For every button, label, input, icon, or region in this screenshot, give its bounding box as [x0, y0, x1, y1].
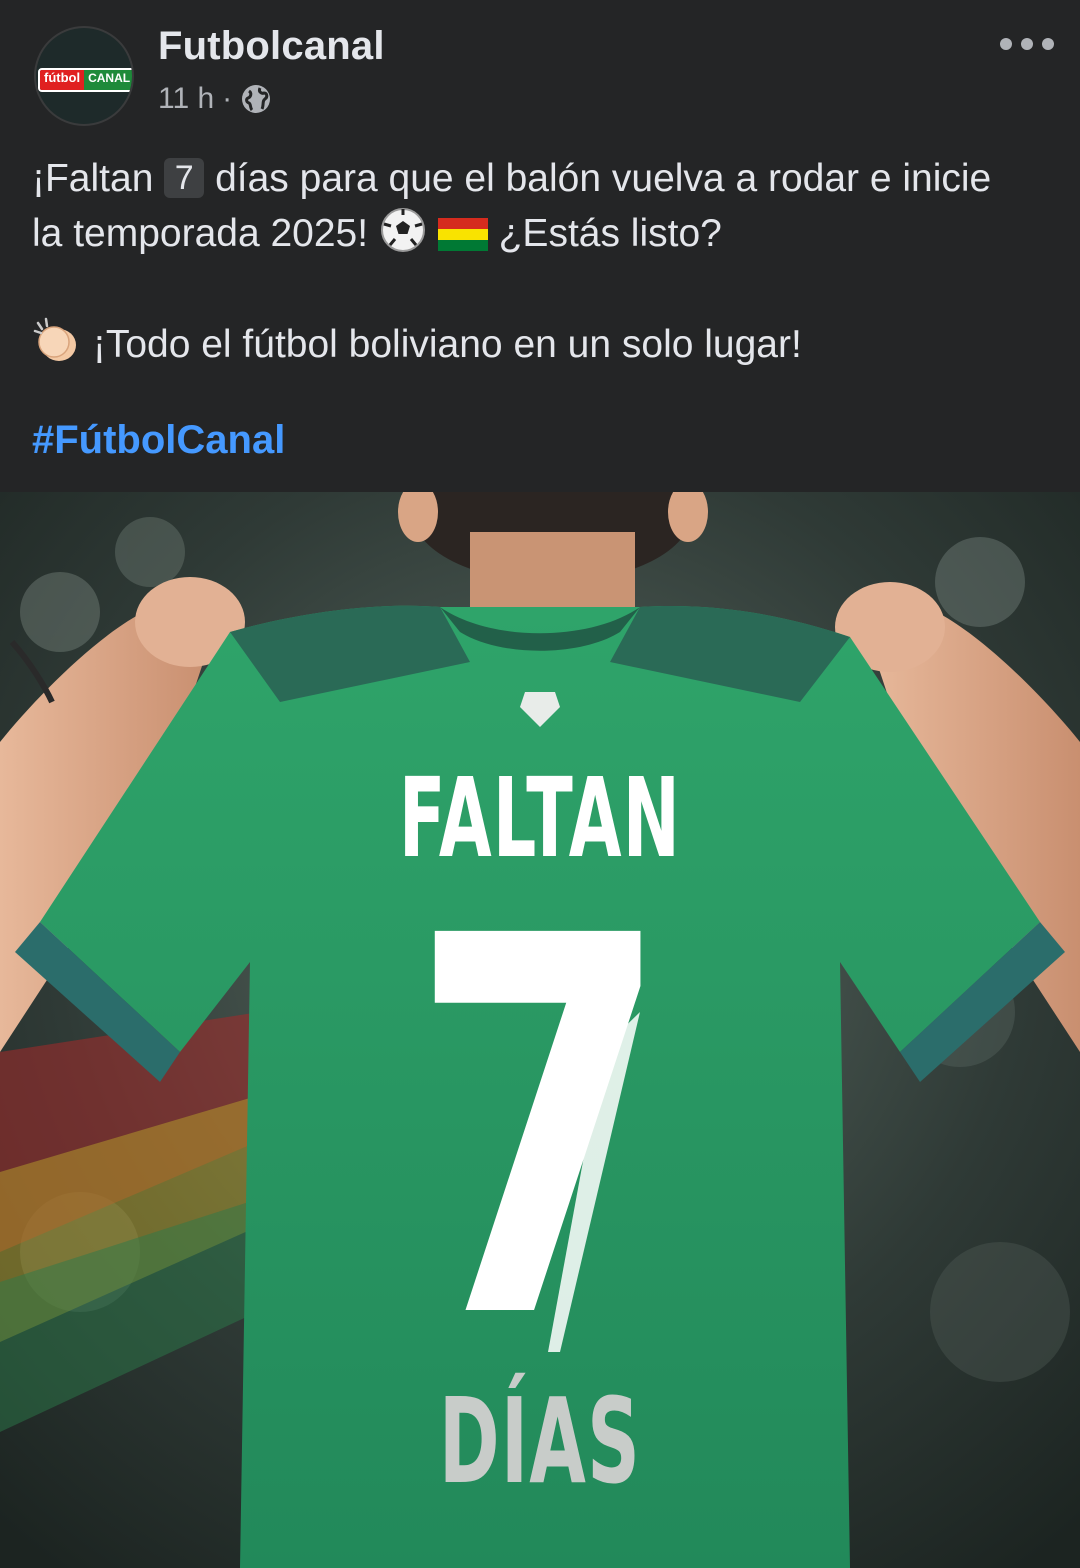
soccer-ball-emoji — [380, 208, 425, 252]
post-text-line-1: ¡Faltan 7 días para que el balón vuelva … — [32, 157, 992, 200]
jersey-number: 7 — [409, 827, 671, 1433]
facebook-post: fútbol CANAL Futbolcanal 11 h · ¡Faltan … — [0, 0, 1080, 1568]
meta-separator: · — [222, 82, 233, 115]
post-text-spacer — [32, 261, 1052, 315]
post-text: ¡Faltan 7 días para que el balón vuelva … — [32, 152, 1052, 372]
more-options-icon[interactable] — [1000, 34, 1054, 54]
post-photo[interactable]: FALTAN 7 DÍAS — [0, 492, 1080, 1568]
bolivia-flag-emoji — [437, 218, 488, 251]
clapping-hands-emoji — [33, 317, 76, 361]
page-avatar[interactable]: fútbol CANAL — [34, 26, 134, 126]
post-text-line-3: ¡Todo el fútbol boliviano en un solo lug… — [32, 315, 1052, 372]
post-time[interactable]: 11 h — [158, 82, 214, 116]
futbolcanal-logo: fútbol CANAL — [38, 68, 132, 92]
jersey-text-dias: DÍAS — [438, 1372, 642, 1510]
globe-icon — [242, 85, 271, 113]
post-meta: 11 h · — [158, 82, 272, 116]
page-name[interactable]: Futbolcanal — [158, 24, 385, 69]
hashtag-link[interactable]: #FútbolCanal — [32, 418, 285, 463]
post-header: fútbol CANAL Futbolcanal 11 h · — [0, 0, 1080, 140]
keycap-number: 7 — [164, 158, 205, 198]
post-text-line-2: la temporada 2025! ¿Estás listo? — [32, 206, 1052, 261]
